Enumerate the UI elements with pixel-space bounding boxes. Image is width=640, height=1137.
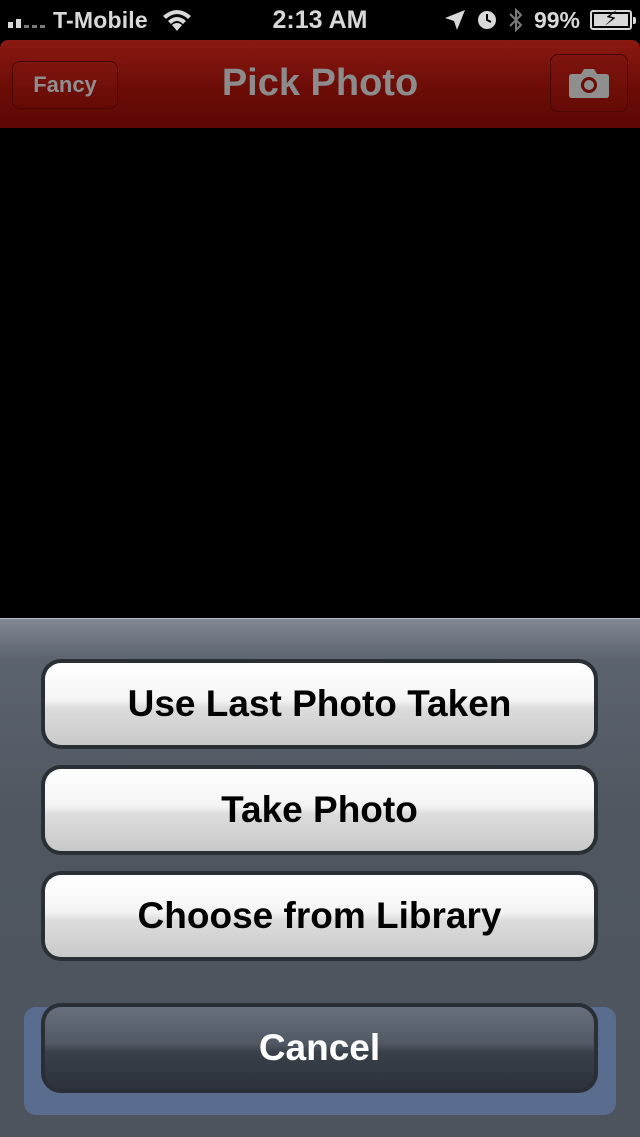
take-photo-button[interactable]: Take Photo [41,765,598,855]
navigation-bar: Fancy Pick Photo [0,40,640,129]
choose-from-library-label: Choose from Library [45,875,594,957]
battery-percent: 99% [533,6,580,33]
status-bar: T-Mobile 2:13 AM 99% ⚡ [0,0,640,40]
photo-preview-area [0,128,640,618]
cancel-label: Cancel [45,1007,594,1089]
action-sheet: Use Last Photo Taken Take Photo Choose f… [0,618,640,1137]
camera-button[interactable] [550,54,628,112]
take-photo-label: Take Photo [45,769,594,851]
use-last-photo-label: Use Last Photo Taken [45,663,594,745]
choose-from-library-button[interactable]: Choose from Library [41,871,598,961]
status-right: 99% ⚡ [444,0,636,40]
use-last-photo-button[interactable]: Use Last Photo Taken [41,659,598,749]
battery-charging-icon: ⚡ [590,9,636,30]
cancel-highlight: Cancel [24,1003,616,1115]
page-title: Pick Photo [221,62,419,104]
location-arrow-icon [444,10,465,30]
bluetooth-icon [509,7,523,33]
alarm-clock-icon [477,11,496,29]
cancel-button[interactable]: Cancel [41,1003,598,1093]
camera-icon [569,69,609,98]
